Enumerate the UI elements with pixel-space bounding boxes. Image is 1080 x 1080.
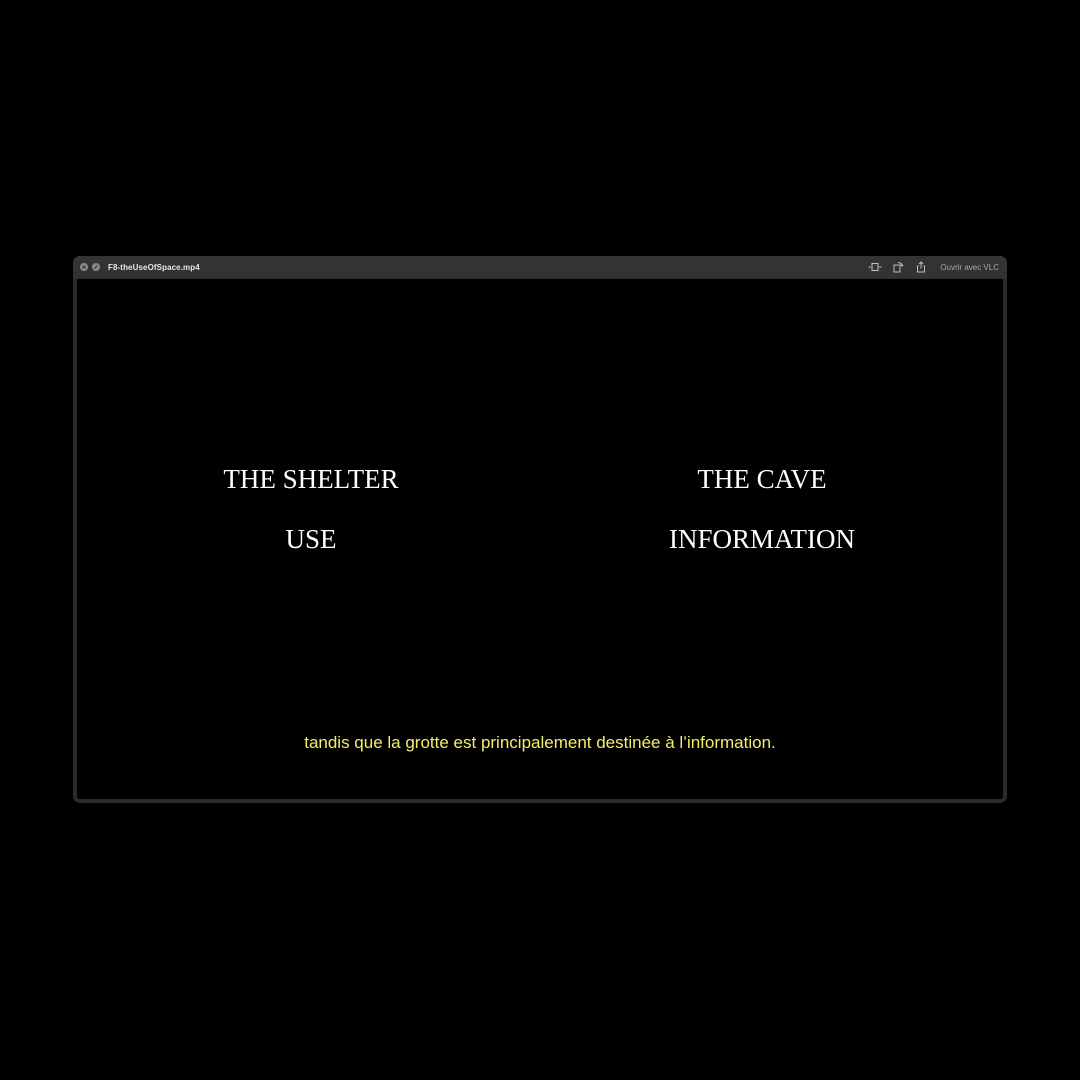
shelter-label: THE SHELTER (223, 464, 399, 494)
toolbar-actions: Ouvrir avec VLC (868, 256, 999, 278)
window-title: F8-theUseOfSpace.mp4 (108, 262, 200, 272)
quicklook-window: F8-theUseOfSpace.mp4 Ouvrir avec VLC THE… (73, 256, 1007, 803)
title-bar: F8-theUseOfSpace.mp4 Ouvrir avec VLC (73, 256, 1007, 278)
information-label: INFORMATION (668, 524, 856, 554)
rotate-icon[interactable] (891, 260, 905, 274)
subtitle-text: tandis que la grotte est principalement … (304, 733, 776, 752)
share-icon[interactable] (914, 260, 928, 274)
close-icon[interactable] (80, 263, 88, 271)
trim-icon[interactable] (868, 260, 882, 274)
window-controls: F8-theUseOfSpace.mp4 (73, 263, 200, 272)
video-frame[interactable]: THE SHELTER USE THE CAVE INFORMATION tan… (77, 279, 1003, 799)
use-label: USE (285, 524, 337, 554)
cave-label: THE CAVE (697, 464, 827, 494)
open-with-vlc-button[interactable]: Ouvrir avec VLC (940, 263, 999, 272)
stage: F8-theUseOfSpace.mp4 Ouvrir avec VLC THE… (0, 0, 1080, 1080)
fullscreen-icon[interactable] (92, 263, 100, 271)
